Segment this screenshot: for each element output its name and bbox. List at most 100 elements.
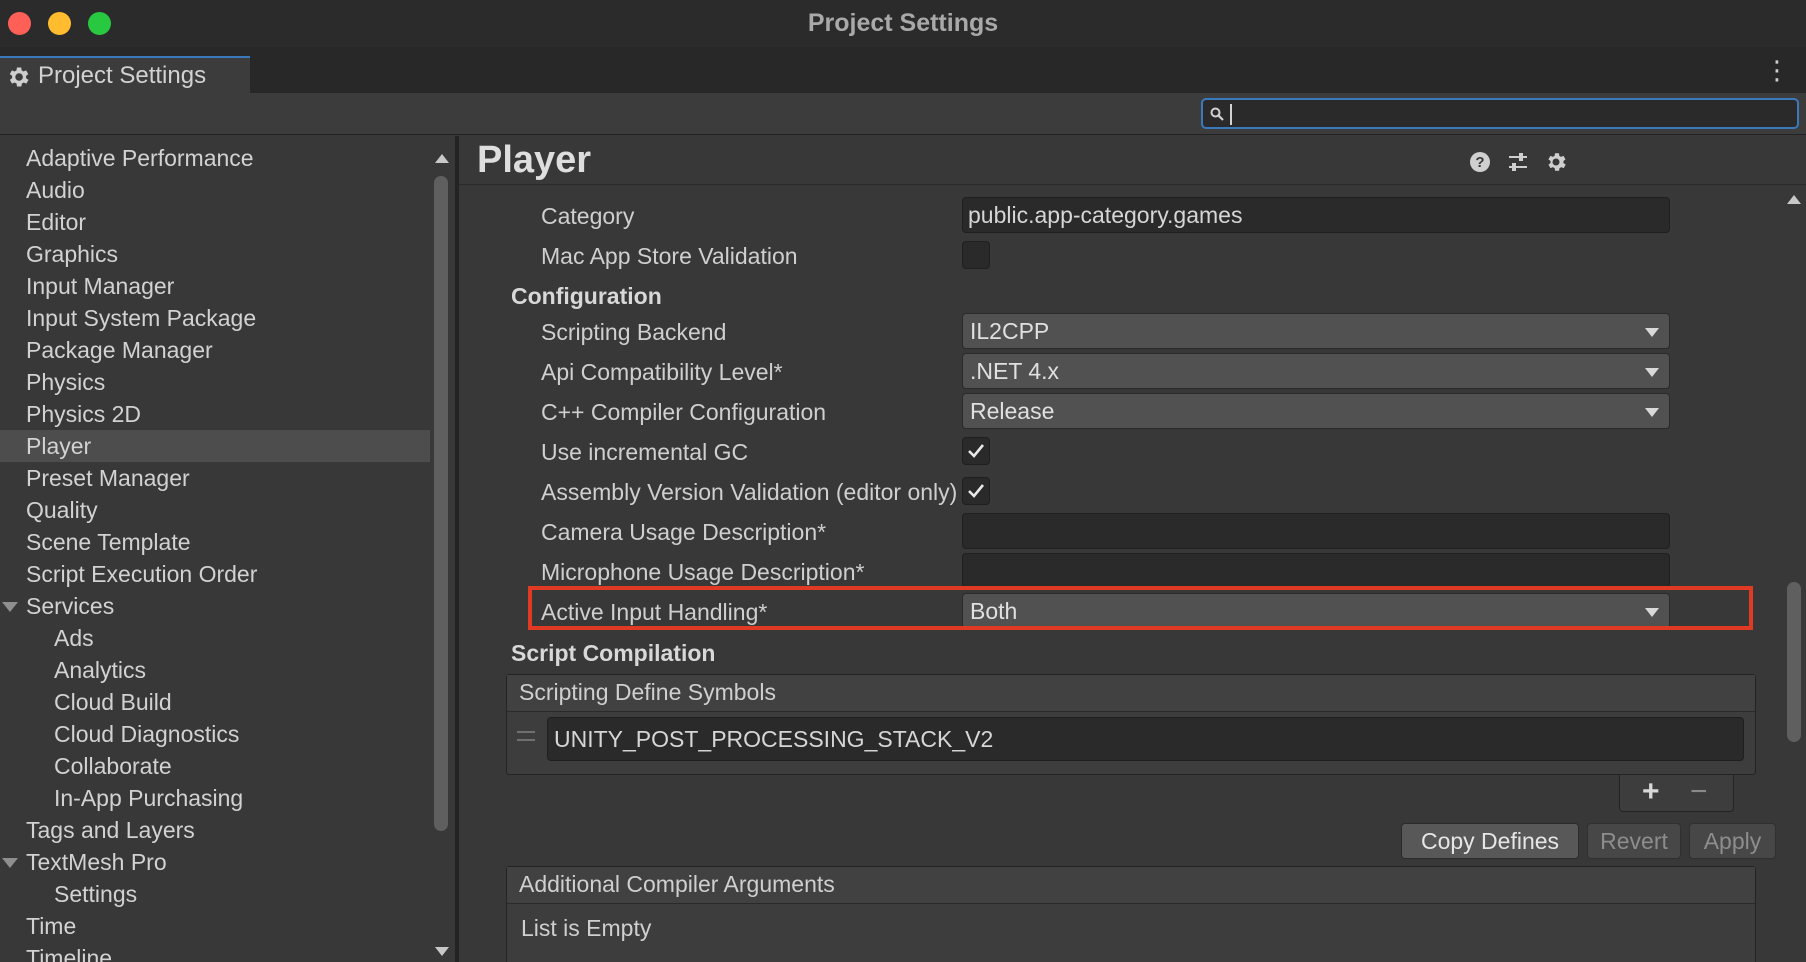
sidebar-item-input-system-package[interactable]: Input System Package [0, 302, 430, 334]
revert-button[interactable]: Revert [1587, 823, 1681, 859]
scripting-backend-value: IL2CPP [970, 318, 1050, 344]
sidebar-item-preset-manager[interactable]: Preset Manager [0, 462, 430, 494]
foldout-arrow-icon[interactable] [2, 858, 18, 868]
microphone-usage-field[interactable] [962, 553, 1670, 589]
define-symbol-field[interactable]: UNITY_POST_PROCESSING_STACK_V2 [547, 717, 1744, 761]
sidebar-item-quality[interactable]: Quality [0, 494, 430, 526]
foldout-arrow-icon[interactable] [2, 602, 18, 612]
scripting-backend-dropdown[interactable]: IL2CPP [962, 313, 1670, 349]
svg-text:?: ? [1475, 154, 1484, 171]
sidebar-item-label: Input Manager [26, 273, 175, 299]
sidebar-item-cloud-build[interactable]: Cloud Build [0, 686, 430, 718]
sidebar-item-player[interactable]: Player [0, 430, 430, 462]
search-box[interactable] [1201, 98, 1799, 129]
list-item[interactable]: UNITY_POST_PROCESSING_STACK_V2 [507, 713, 1755, 763]
sidebar-item-label: Adaptive Performance [26, 145, 254, 171]
sidebar-item-time[interactable]: Time [0, 910, 430, 942]
sidebar-item-timeline[interactable]: Timeline [0, 942, 430, 962]
sidebar-item-scene-template[interactable]: Scene Template [0, 526, 430, 558]
list-empty-text: List is Empty [521, 915, 652, 941]
chevron-down-icon [1645, 328, 1659, 337]
sidebar-item-physics[interactable]: Physics [0, 366, 430, 398]
cpp-compiler-dropdown[interactable]: Release [962, 393, 1670, 429]
mac-app-store-validation-checkbox[interactable] [962, 241, 990, 269]
search-input[interactable] [1229, 102, 1789, 126]
sidebar-item-label: Collaborate [54, 753, 172, 779]
camera-usage-field[interactable] [962, 513, 1670, 549]
sidebar-item-label: Input System Package [26, 305, 257, 331]
sidebar-item-editor[interactable]: Editor [0, 206, 430, 238]
sidebar-item-label: Ads [54, 625, 94, 651]
sidebar-item-label: Player [26, 433, 92, 459]
sidebar-item-settings[interactable]: Settings [0, 878, 430, 910]
sidebar-item-analytics[interactable]: Analytics [0, 654, 430, 686]
sidebar-list: Adaptive Performance Audio Editor Graphics I… [0, 142, 430, 962]
chevron-down-icon [1645, 408, 1659, 417]
title-bar: Project Settings [0, 0, 1806, 47]
incremental-gc-checkbox[interactable] [962, 437, 990, 465]
copy-defines-button[interactable]: Copy Defines [1401, 823, 1579, 859]
scripting-define-symbols-list: Scripting Define Symbols UNITY_POST_PROC… [506, 674, 1756, 775]
configuration-heading: Configuration [511, 283, 662, 309]
tab-project-settings[interactable]: Project Settings [0, 56, 250, 93]
cpp-compiler-value: Release [970, 398, 1055, 424]
camera-usage-label: Camera Usage Description* [541, 519, 827, 545]
toolbar [0, 93, 1806, 135]
sidebar-scrollbar[interactable] [430, 136, 452, 962]
incremental-gc-label: Use incremental GC [541, 439, 749, 465]
sidebar-item-label: Audio [26, 177, 85, 203]
more-options-icon[interactable]: ⋮ [1764, 57, 1790, 83]
mac-app-store-validation-label: Mac App Store Validation [541, 243, 798, 269]
main-scroll-thumb[interactable] [1787, 582, 1801, 742]
sidebar-item-tags-and-layers[interactable]: Tags and Layers [0, 814, 430, 846]
scroll-up-arrow-icon[interactable] [1787, 195, 1801, 204]
sidebar-item-script-execution-order[interactable]: Script Execution Order [0, 558, 430, 590]
sidebar-item-label: Physics [26, 369, 106, 395]
apply-button[interactable]: Apply [1689, 823, 1776, 859]
sidebar-scroll-thumb[interactable] [434, 176, 448, 831]
main-scrollbar[interactable] [1782, 185, 1806, 962]
sidebar-item-input-manager[interactable]: Input Manager [0, 270, 430, 302]
sidebar-item-services[interactable]: Services [0, 590, 430, 622]
sidebar-item-label: Editor [26, 209, 87, 235]
tab-label: Project Settings [38, 62, 207, 89]
help-icon[interactable]: ? [1468, 150, 1492, 174]
sidebar-item-audio[interactable]: Audio [0, 174, 430, 206]
sidebar-item-graphics[interactable]: Graphics [0, 238, 430, 270]
sidebar-item-label: Preset Manager [26, 465, 190, 491]
sidebar-item-label: Graphics [26, 241, 119, 267]
sidebar-item-cloud-diagnostics[interactable]: Cloud Diagnostics [0, 718, 430, 750]
category-field[interactable]: public.app-category.games [962, 197, 1670, 233]
main-panel: Player ? Category public.app-category.ga… [459, 136, 1806, 962]
api-compat-dropdown[interactable]: .NET 4.x [962, 353, 1670, 389]
scroll-up-arrow-icon[interactable] [435, 154, 449, 163]
preset-settings-icon[interactable] [1506, 150, 1530, 174]
sidebar-item-collaborate[interactable]: Collaborate [0, 750, 430, 782]
drag-handle-icon[interactable] [517, 731, 535, 741]
window-title: Project Settings [807, 9, 999, 37]
checkmark-icon [968, 484, 985, 498]
sidebar-item-ads[interactable]: Ads [0, 622, 430, 654]
scripting-backend-label: Scripting Backend [541, 319, 727, 345]
script-compilation-heading: Script Compilation [511, 640, 716, 666]
assembly-validation-label: Assembly Version Validation (editor only… [541, 479, 958, 505]
sidebar-item-adaptive-performance[interactable]: Adaptive Performance [0, 142, 430, 174]
sidebar-item-label: Timeline [26, 945, 113, 962]
settings-sidebar: Adaptive Performance Audio Editor Graphics I… [0, 136, 452, 962]
sidebar-item-package-manager[interactable]: Package Manager [0, 334, 430, 366]
sidebar-item-label: Script Execution Order [26, 561, 258, 587]
tab-bar: Project Settings ⋮ [0, 47, 1806, 93]
sidebar-item-in-app-purchasing[interactable]: In-App Purchasing [0, 782, 430, 814]
gear-icon[interactable] [1544, 150, 1568, 174]
add-define-button[interactable]: + [1642, 775, 1660, 809]
scroll-down-arrow-icon[interactable] [435, 947, 449, 956]
sidebar-item-physics-2d[interactable]: Physics 2D [0, 398, 430, 430]
sidebar-item-label: Package Manager [26, 337, 213, 363]
chevron-down-icon [1645, 368, 1659, 377]
sidebar-item-textmesh-pro[interactable]: TextMesh Pro [0, 846, 430, 878]
page-title: Player [477, 139, 592, 181]
player-settings-content: Category public.app-category.games Mac A… [489, 185, 1776, 962]
remove-define-button[interactable]: − [1690, 775, 1708, 809]
list-add-remove-controls: + − [1619, 775, 1734, 812]
assembly-validation-checkbox[interactable] [962, 477, 990, 505]
